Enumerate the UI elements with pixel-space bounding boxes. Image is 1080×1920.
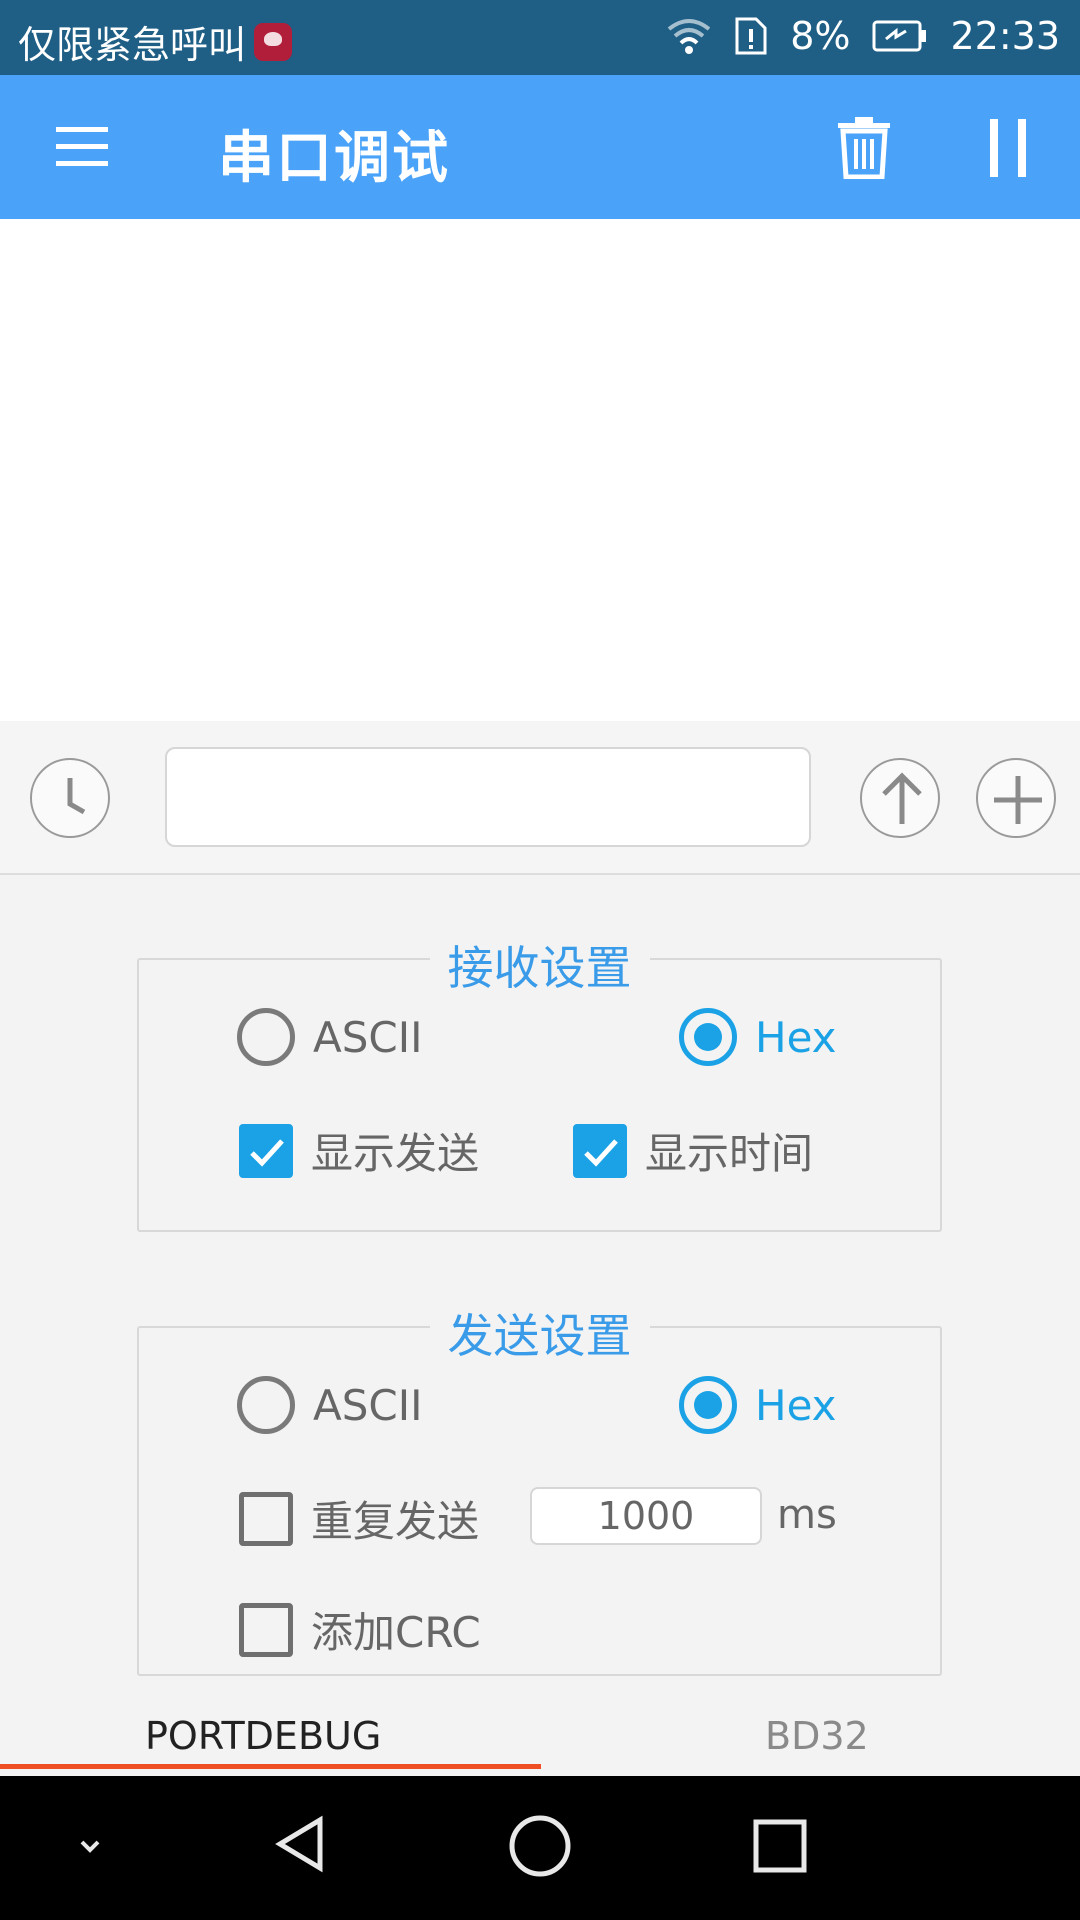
clock-icon	[67, 778, 86, 815]
radio-off	[237, 1008, 295, 1066]
radio-on	[679, 1376, 737, 1434]
wifi-icon	[666, 17, 712, 55]
tab-bd32[interactable]: BD32	[765, 1714, 869, 1758]
checkbox-empty	[239, 1491, 293, 1546]
radio-on	[679, 1008, 737, 1066]
menu-icon[interactable]	[52, 123, 112, 171]
battery-charging-icon	[872, 19, 928, 53]
status-bar: 仅限紧急呼叫 8% 22:33	[0, 0, 1080, 75]
checkbox-empty	[239, 1602, 293, 1657]
receive-settings-group: 接收设置 ASCII Hex 显示发送 显示时间	[137, 941, 942, 1232]
sim-alert-icon	[734, 16, 768, 56]
plus-icon	[994, 776, 1042, 824]
arrow-up-icon	[882, 772, 922, 824]
receive-ascii-radio[interactable]: ASCII	[237, 1008, 423, 1066]
show-send-checkbox[interactable]: 显示发送	[239, 1120, 479, 1181]
bottom-tabs: PORTDEBUG BD32	[0, 1700, 1080, 1776]
repeat-interval-input[interactable]	[530, 1487, 762, 1545]
system-nav-bar	[0, 1776, 1080, 1920]
check-icon	[239, 1123, 293, 1178]
app-bar: 串口调试	[0, 75, 1080, 219]
show-time-checkbox[interactable]: 显示时间	[573, 1120, 813, 1181]
trash-icon[interactable]	[836, 115, 892, 180]
add-button[interactable]	[976, 758, 1056, 838]
back-icon[interactable]	[268, 1812, 332, 1876]
interval-unit: ms	[777, 1492, 837, 1538]
send-row	[0, 721, 1080, 875]
send-ascii-radio[interactable]: ASCII	[237, 1376, 423, 1434]
status-left: 仅限紧急呼叫	[18, 14, 293, 69]
tab-portdebug[interactable]: PORTDEBUG	[145, 1714, 381, 1758]
huawei-logo-icon	[254, 22, 293, 61]
send-button[interactable]	[860, 758, 940, 838]
add-crc-checkbox[interactable]: 添加CRC	[239, 1599, 481, 1660]
receive-hex-radio[interactable]: Hex	[679, 1008, 837, 1066]
tab-indicator	[0, 1764, 541, 1769]
carrier-text: 仅限紧急呼叫	[18, 23, 247, 67]
chevron-down-icon[interactable]	[72, 1828, 108, 1864]
page-title: 串口调试	[218, 126, 450, 191]
history-button[interactable]	[30, 758, 110, 838]
send-hex-radio[interactable]: Hex	[679, 1376, 837, 1434]
radio-off	[237, 1376, 295, 1434]
battery-percent: 8%	[790, 14, 851, 58]
send-input[interactable]	[165, 747, 811, 847]
repeat-send-checkbox[interactable]: 重复发送	[239, 1488, 479, 1549]
home-icon[interactable]	[506, 1812, 574, 1880]
status-right: 8% 22:33	[666, 14, 1060, 58]
check-icon	[573, 1123, 627, 1178]
recents-icon[interactable]	[750, 1816, 810, 1876]
send-settings-group: 发送设置 ASCII Hex 重复发送 ms 添加CRC	[137, 1309, 942, 1676]
pause-icon[interactable]	[988, 119, 1028, 177]
clock-time: 22:33	[950, 14, 1060, 58]
send-settings-title: 发送设置	[139, 1300, 940, 1366]
receive-settings-title: 接收设置	[139, 932, 940, 998]
receive-display	[0, 219, 1080, 721]
